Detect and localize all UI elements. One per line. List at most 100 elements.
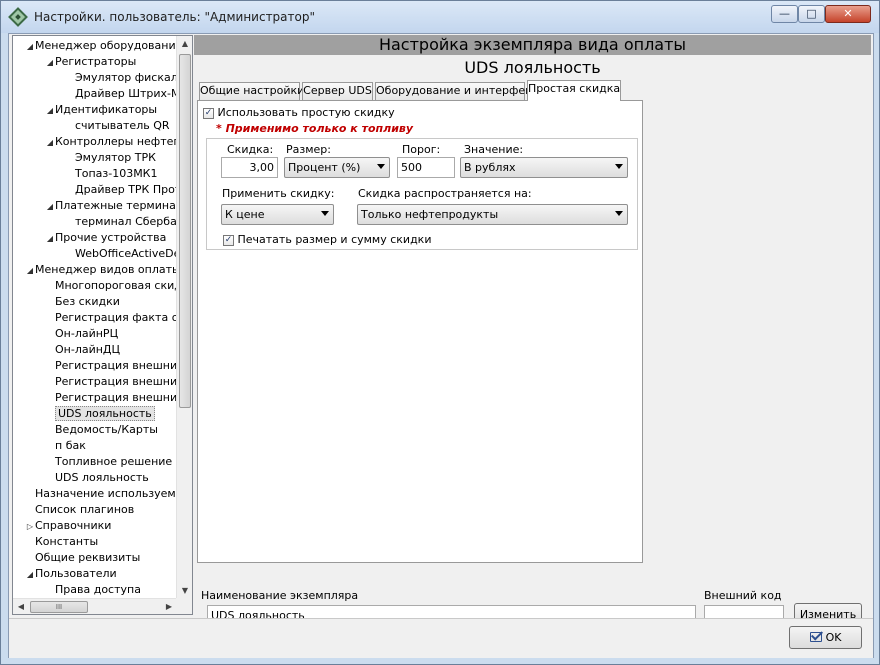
tree-item[interactable]: Эмулятор ТРК [65,150,156,166]
external-code-label: Внешний код [704,589,782,602]
tree-vertical-scrollbar[interactable]: ▲ ▼ [176,36,192,599]
tree-item[interactable]: Он-лайнДЦ [45,342,120,358]
tree-item-label: Справочники [35,519,112,532]
discount-input[interactable]: 3,00 [221,157,278,178]
tree-item[interactable]: Константы [25,534,98,550]
tree-item-label: Права доступа [55,583,141,596]
tree-item-label: Пользователи [35,567,117,580]
tree-item-label: Общие реквизиты [35,551,141,564]
settings-tree[interactable]: ◢ Менеджер оборудования ◢ Регистраторы Эмуля… [12,35,193,615]
main-pane: Настройка экземпляра вида оплаты UDS лоя… [194,35,871,583]
print-discount-checkbox[interactable]: ✓ Печатать размер и сумму скидки [223,233,431,246]
vertical-scroll-thumb[interactable] [179,54,191,408]
tree-item[interactable]: Драйвер Штрих-М [65,86,177,102]
tree-item[interactable]: Регистрация внешних [45,374,177,390]
tree-item[interactable]: Топливное решение ОI [45,454,177,470]
use-simple-discount-checkbox[interactable]: ✓ Использовать простую скидку [203,106,395,119]
tree-item[interactable]: ◢ Менеджер видов оплаты [25,262,177,278]
tree-item[interactable]: ◢ Менеджер оборудования [25,38,177,54]
tree-item[interactable]: терминал Сбербан [65,214,177,230]
expanded-arrow-icon[interactable]: ◢ [45,55,55,71]
scroll-down-icon[interactable]: ▼ [177,583,192,599]
apply-discount-select[interactable]: К цене [221,204,334,225]
tree-item[interactable]: Общие реквизиты [25,550,140,566]
tree-horizontal-scrollbar[interactable]: ◀ III ▶ [13,598,177,614]
tree-item[interactable]: UDS лояльность [45,470,149,486]
scroll-corner [176,598,192,614]
tree-item[interactable]: Без скидки [45,294,120,310]
tree-item[interactable]: п бак [45,438,86,454]
tree-item-label: Менеджер оборудования [35,39,177,52]
tree-item[interactable]: ◢Платежные терминалы [45,198,177,214]
tree-item[interactable]: ◢ Пользователи [25,566,117,582]
tree-item[interactable]: считыватель QR [65,118,170,134]
scroll-left-icon[interactable]: ◀ [13,599,29,614]
threshold-input[interactable]: 500 [397,157,455,178]
tree-item[interactable]: ◢ Контроллеры нефтепр [45,134,177,150]
tree-item-label: UDS лояльность [55,471,149,484]
simple-discount-panel: ✓ Использовать простую скидку * Применим… [197,100,643,563]
tree-item[interactable]: Регистрация внешних [45,358,177,374]
tab-equipment-interface[interactable]: Оборудование и интерфейс [375,82,538,100]
chevron-down-icon [321,211,329,216]
expanded-arrow-icon[interactable]: ◢ [25,263,35,279]
discount-scope-select[interactable]: Только нефтепродукты [357,204,628,225]
tree-item[interactable]: Права доступа [45,582,141,598]
ok-button[interactable]: OK [789,626,862,649]
tab-uds-server[interactable]: Сервер UDS [302,82,373,100]
tree-item-label: Регистрация внешних [55,375,177,388]
tree-item-label: Драйвер ТРК Прот [75,183,177,196]
tab-general-settings[interactable]: Общие настройки [199,82,304,100]
scroll-right-icon[interactable]: ▶ [161,599,177,614]
tree-item[interactable]: ▷ Справочники [25,518,112,535]
expanded-arrow-icon[interactable]: ◢ [45,135,55,151]
tree-item-label: Контроллеры нефтепр [55,135,177,148]
collapsed-arrow-icon[interactable]: ▷ [25,519,35,535]
close-button[interactable]: ✕ [825,5,871,23]
chevron-down-icon [615,164,623,169]
expanded-arrow-icon[interactable]: ◢ [45,231,55,247]
window-title: Настройки. пользователь: "Администратор" [34,10,315,24]
tree-item[interactable]: WebOfficeActiveDe [65,246,177,262]
tree-item[interactable]: Драйвер ТРК Прот [65,182,177,198]
ok-label: OK [825,631,842,644]
expanded-arrow-icon[interactable]: ◢ [45,103,55,119]
value-select[interactable]: В рублях [460,157,628,178]
tree-item[interactable]: Он-лайнРЦ [45,326,118,342]
tree-item[interactable]: ◢ Прочие устройства [45,230,166,246]
tree-item[interactable]: Многопороговая скидк [45,278,177,294]
minimize-button[interactable]: — [771,5,798,23]
tree-item[interactable]: Назначение используемых [25,486,177,502]
tree-item[interactable]: Топаз-103МК1 [65,166,158,182]
check-icon[interactable]: ✓ [203,107,214,119]
tree-item-label: Многопороговая скидк [55,279,177,292]
tree-item-label: Менеджер видов оплаты [35,263,177,276]
tree-item-label: Регистраторы [55,55,137,68]
tree-item[interactable]: Список плагинов [25,502,134,518]
settings-window: Настройки. пользователь: "Администратор"… [0,0,880,665]
maximize-button[interactable]: □ [798,5,825,23]
tree-item-label: Ведомость/Карты [55,423,158,436]
tree-item[interactable]: ◢ Регистраторы [45,54,136,70]
tree-item[interactable]: Регистрация внешних [45,390,177,406]
discount-settings-group: Скидка: 3,00 Размер: Процент (%) Порог: … [206,138,638,250]
scroll-up-icon[interactable]: ▲ [177,36,192,52]
title-bar[interactable]: Настройки. пользователь: "Администратор"… [1,1,879,33]
maximize-icon: □ [806,7,817,20]
check-icon[interactable]: ✓ [223,234,234,246]
tree-item-label: Он-лайнРЦ [55,327,119,340]
horizontal-scroll-thumb[interactable]: III [30,601,88,613]
tree-item[interactable]: Регистрация факта от [45,310,177,326]
tree-item[interactable]: Ведомость/Карты [45,422,158,438]
tree-item[interactable]: ◢ Идентификаторы [45,102,157,118]
expanded-arrow-icon[interactable]: ◢ [25,567,35,583]
expanded-arrow-icon[interactable]: ◢ [45,199,55,215]
tree-item-label: Регистрация внешних [55,359,177,372]
size-select[interactable]: Процент (%) [284,157,390,178]
tree-item[interactable]: UDS лояльность [45,406,155,422]
tree-item[interactable]: Эмулятор фискаль [65,70,177,86]
expanded-arrow-icon[interactable]: ◢ [25,39,35,55]
value-select-value: В рублях [464,161,516,174]
tab-simple-discount[interactable]: Простая скидка [527,80,621,101]
discount-scope-value: Только нефтепродукты [361,208,499,221]
